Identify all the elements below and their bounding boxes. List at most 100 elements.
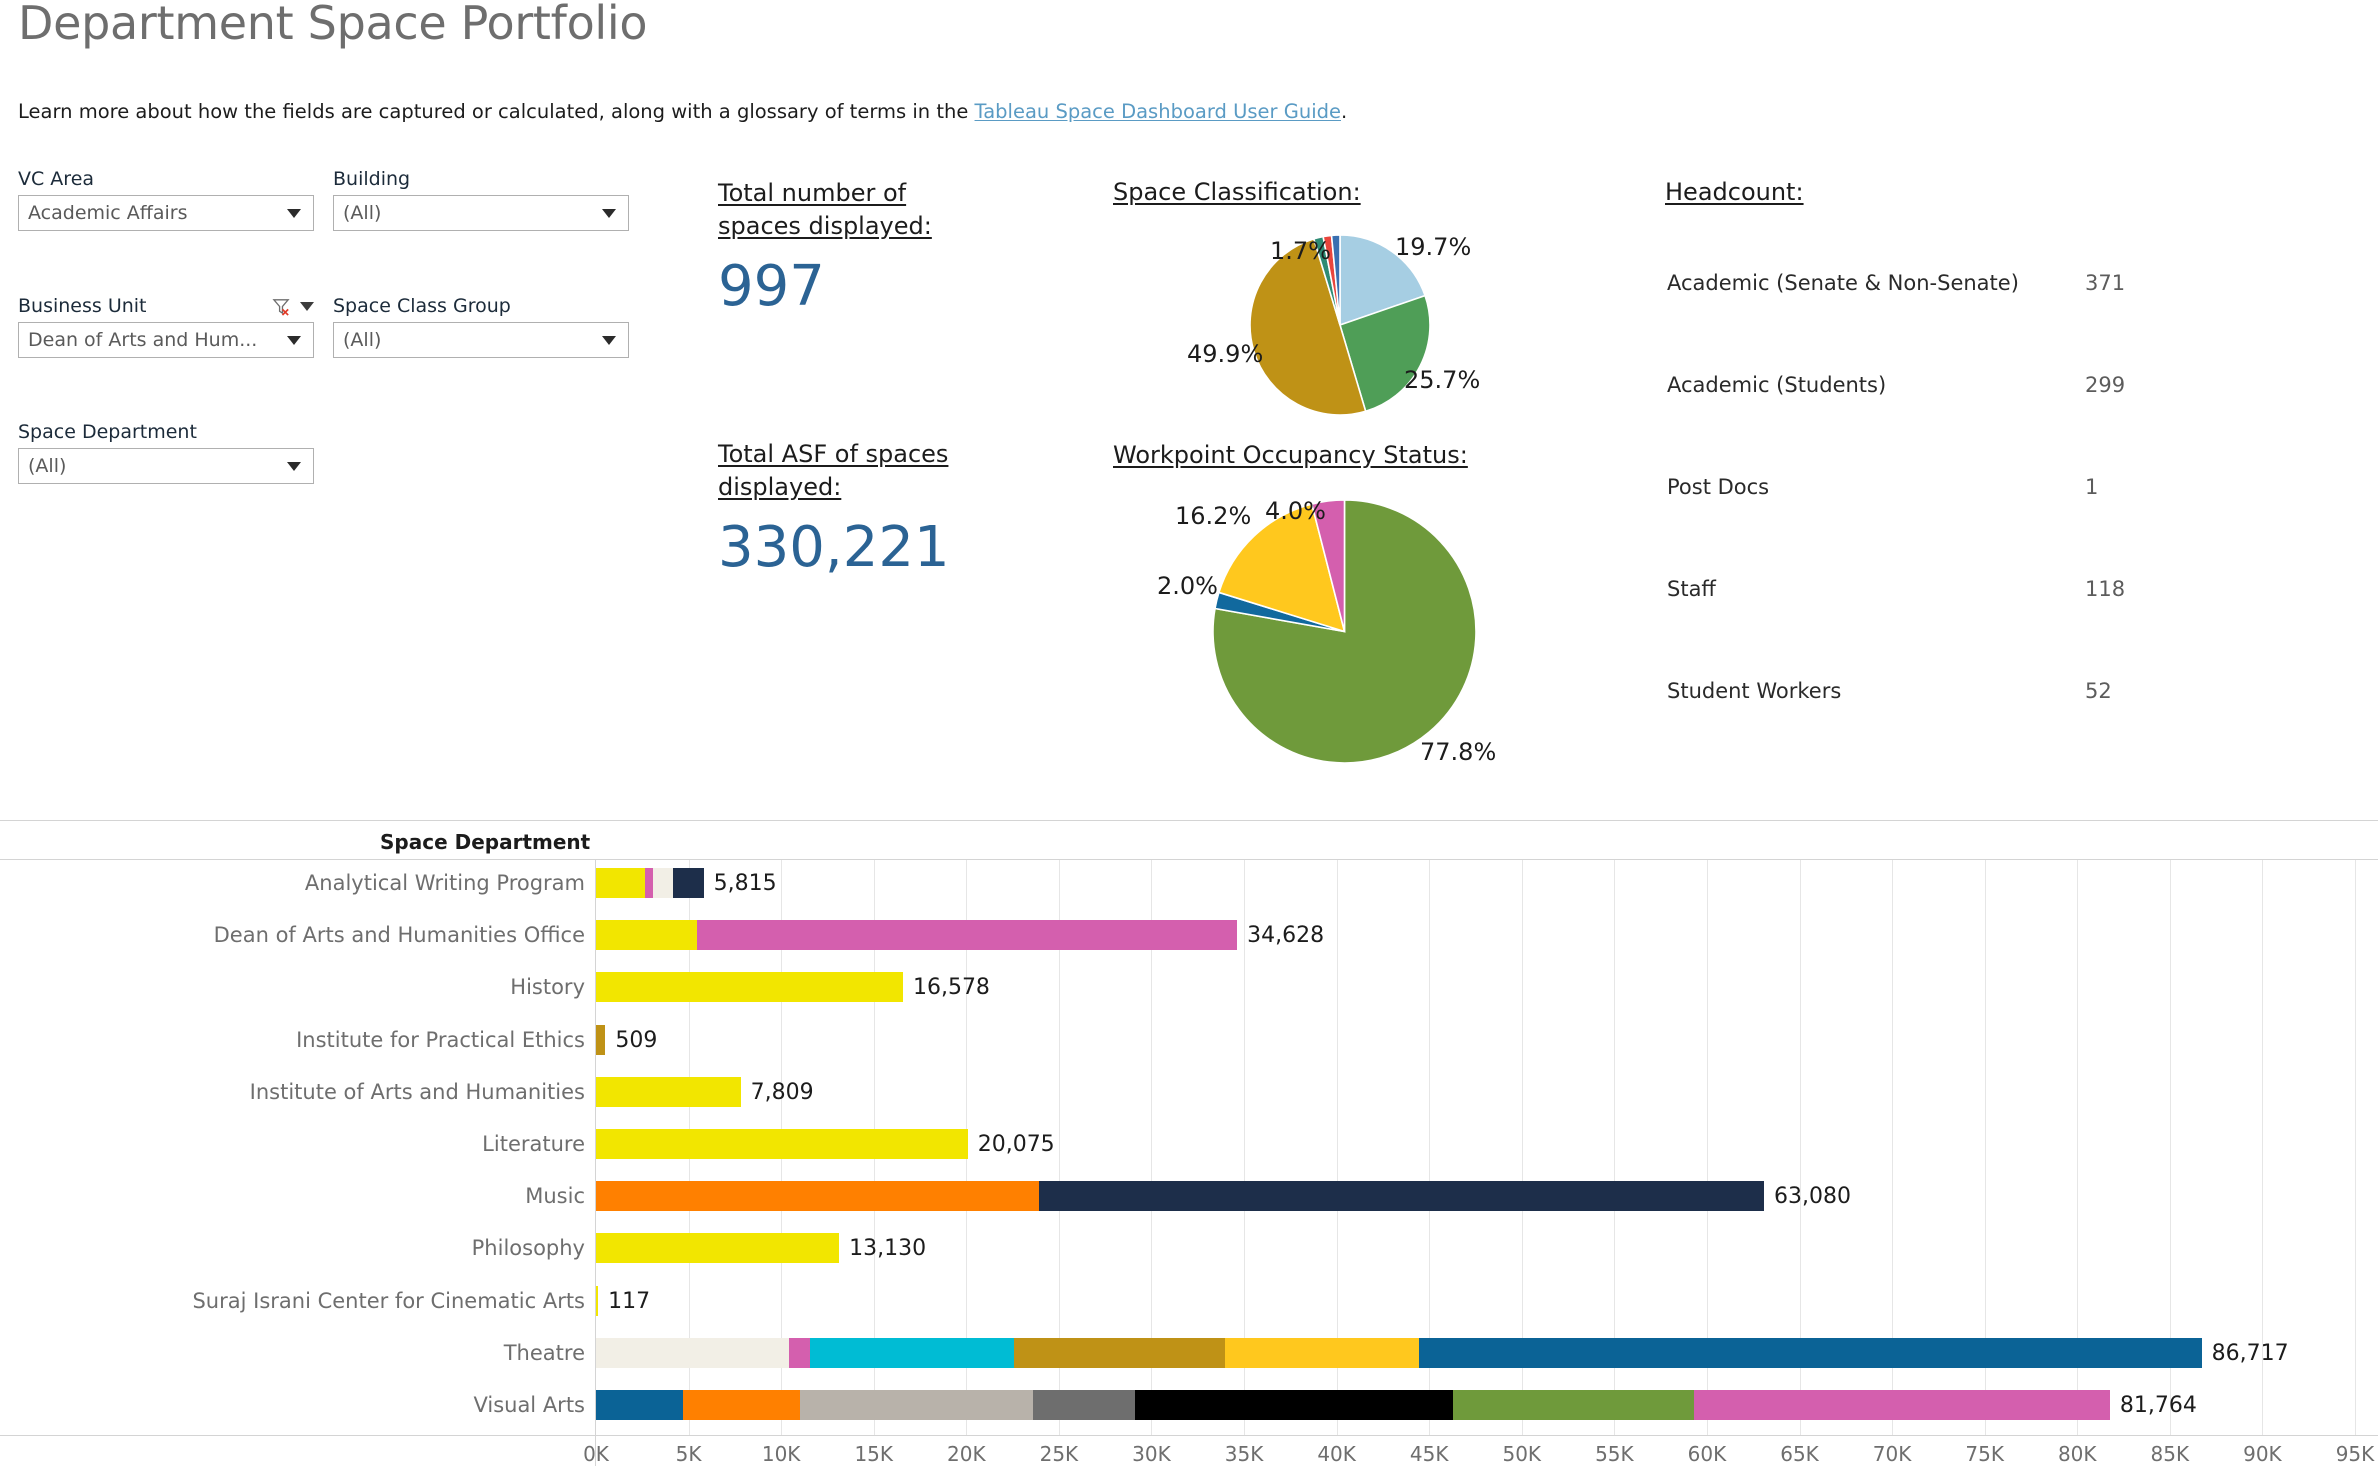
table-row[interactable] [596,868,704,898]
workpoint-occupancy-pie[interactable] [1212,499,1477,764]
bar-segment[interactable] [596,1233,840,1264]
headcount-row-value-4: 52 [2085,679,2112,703]
x-axis-tick: 20K [947,1442,986,1466]
x-axis-tick: 95K [2335,1442,2375,1466]
bar-segment[interactable] [672,868,704,898]
asf-by-department-chart: Space Department Analytical Writing Prog… [0,820,2378,1466]
bar-segment[interactable] [596,920,697,951]
table-row[interactable] [596,1024,606,1055]
table-row[interactable] [596,1129,968,1159]
filter-controls [258,297,314,316]
bar-row-label[interactable]: Dean of Arts and Humanities Office [60,923,585,947]
bar-row-label[interactable]: Visual Arts [60,1393,585,1417]
table-row[interactable] [596,1285,599,1316]
x-axis-tick: 30K [1132,1442,1171,1466]
bar-segment[interactable] [1038,1181,1764,1212]
bar-row-label[interactable]: Theatre [60,1341,585,1365]
bar-segment[interactable] [596,1337,789,1368]
user-guide-link[interactable]: Tableau Space Dashboard User Guide [975,100,1341,123]
filter-vc-area-dropdown[interactable]: Academic Affairs [18,195,314,231]
clear-filter-icon[interactable] [272,297,291,316]
bar-row-label[interactable]: Institute for Practical Ethics [60,1028,585,1052]
bar-segment[interactable] [596,1181,1039,1212]
bar-segment[interactable] [596,1024,606,1055]
table-row[interactable] [596,1076,741,1107]
filter-business-unit-value: Dean of Arts and Hum... [28,329,258,351]
bar-row-label[interactable]: Philosophy [60,1236,585,1260]
filter-business-unit-dropdown[interactable]: Dean of Arts and Hum... [18,322,314,358]
workpoint-occupancy-title: Workpoint Occupancy Status: [1113,441,1468,469]
bar-segment[interactable] [644,868,654,898]
bar-segment[interactable] [596,868,645,898]
bar-value-label: 117 [608,1288,651,1314]
bar-segment[interactable] [696,920,1238,951]
bar-segment[interactable] [1134,1390,1454,1420]
filter-space-department-value: (All) [28,455,67,477]
bar-segment[interactable] [653,868,673,898]
filter-building-dropdown[interactable]: (All) [333,195,629,231]
bar-segment[interactable] [596,1390,684,1420]
bar-value-label: 13,130 [849,1236,927,1262]
bar-segment[interactable] [809,1337,1014,1368]
bar-segment[interactable] [683,1390,800,1420]
bar-segment[interactable] [1013,1337,1225,1368]
pie2-label-2: 16.2% [1175,502,1252,530]
table-row[interactable] [596,1181,1764,1212]
bar-segment[interactable] [596,1285,599,1316]
kpi-total-asf: Total ASF of spaces displayed: 330,221 [718,438,950,576]
kpi-total-asf-label: Total ASF of spaces displayed: [718,440,949,501]
table-row[interactable] [596,1337,2202,1368]
subtitle-text-before: Learn more about how the fields are capt… [18,100,975,123]
filter-vc-area-value: Academic Affairs [28,202,188,224]
filter-space-department: Space Department (All) [18,421,314,484]
x-axis-tick: 75K [1965,1442,2004,1466]
chevron-down-icon [287,461,301,471]
filter-space-class-group-dropdown[interactable]: (All) [333,322,629,358]
bar-segment[interactable] [1453,1390,1694,1420]
x-axis-tick: 65K [1780,1442,1819,1466]
filter-business-unit: Business Unit Dean of Arts and Hum... [18,295,314,358]
bar-row-label[interactable]: Suraj Israni Center for Cinematic Arts [60,1289,585,1313]
x-axis-tick: 50K [1502,1442,1542,1466]
headcount-row-value-1: 299 [2085,373,2126,397]
bar-row-label[interactable]: History [60,975,585,999]
table-row[interactable] [596,920,1238,951]
pie2-label-3: 4.0% [1265,497,1326,525]
filter-building-label: Building [333,168,411,190]
filter-menu-chevron-icon[interactable] [300,301,314,311]
bar-value-label: 7,809 [750,1079,814,1105]
bar-row-label[interactable]: Music [60,1184,585,1208]
bar-row-label[interactable]: Institute of Arts and Humanities [60,1080,585,1104]
table-row[interactable] [596,1390,2110,1420]
filter-space-class-group-label: Space Class Group [333,295,511,317]
bar-segment[interactable] [596,1129,968,1159]
filter-space-department-dropdown[interactable]: (All) [18,448,314,484]
bar-row-label[interactable]: Literature [60,1132,585,1156]
pie1-label-1: 25.7% [1404,366,1481,394]
table-row[interactable] [596,972,903,1003]
filter-space-class-group: Space Class Group (All) [333,295,629,358]
headcount-title: Headcount: [1665,178,1804,206]
bar-row-label[interactable]: Analytical Writing Program [60,871,585,895]
bar-segment[interactable] [1693,1390,2110,1420]
kpi-total-spaces-label: Total number of spaces displayed: [718,179,932,240]
page-title: Department Space Portfolio [18,0,648,50]
kpi-total-spaces: Total number of spaces displayed: 997 [718,177,932,315]
header-rule [0,859,2378,860]
bar-segment[interactable] [1032,1390,1135,1420]
filter-vc-area: VC Area Academic Affairs [18,168,314,231]
bar-segment[interactable] [596,1076,741,1107]
x-axis-tick: 10K [761,1442,801,1466]
table-row[interactable] [596,1233,840,1264]
bar-segment[interactable] [1224,1337,1419,1368]
bar-segment[interactable] [1419,1337,2202,1368]
filter-vc-area-label: VC Area [18,168,95,190]
pie1-label-0: 19.7% [1395,233,1472,261]
bar-segment[interactable] [596,972,903,1003]
pie1-label-3: 1.7% [1270,237,1331,265]
bar-segment[interactable] [788,1337,810,1368]
bar-segment[interactable] [799,1390,1033,1420]
filter-building-value: (All) [343,202,382,224]
headcount-row-label-0: Academic (Senate & Non-Senate) [1667,271,2019,295]
headcount-row-value-0: 371 [2085,271,2126,295]
